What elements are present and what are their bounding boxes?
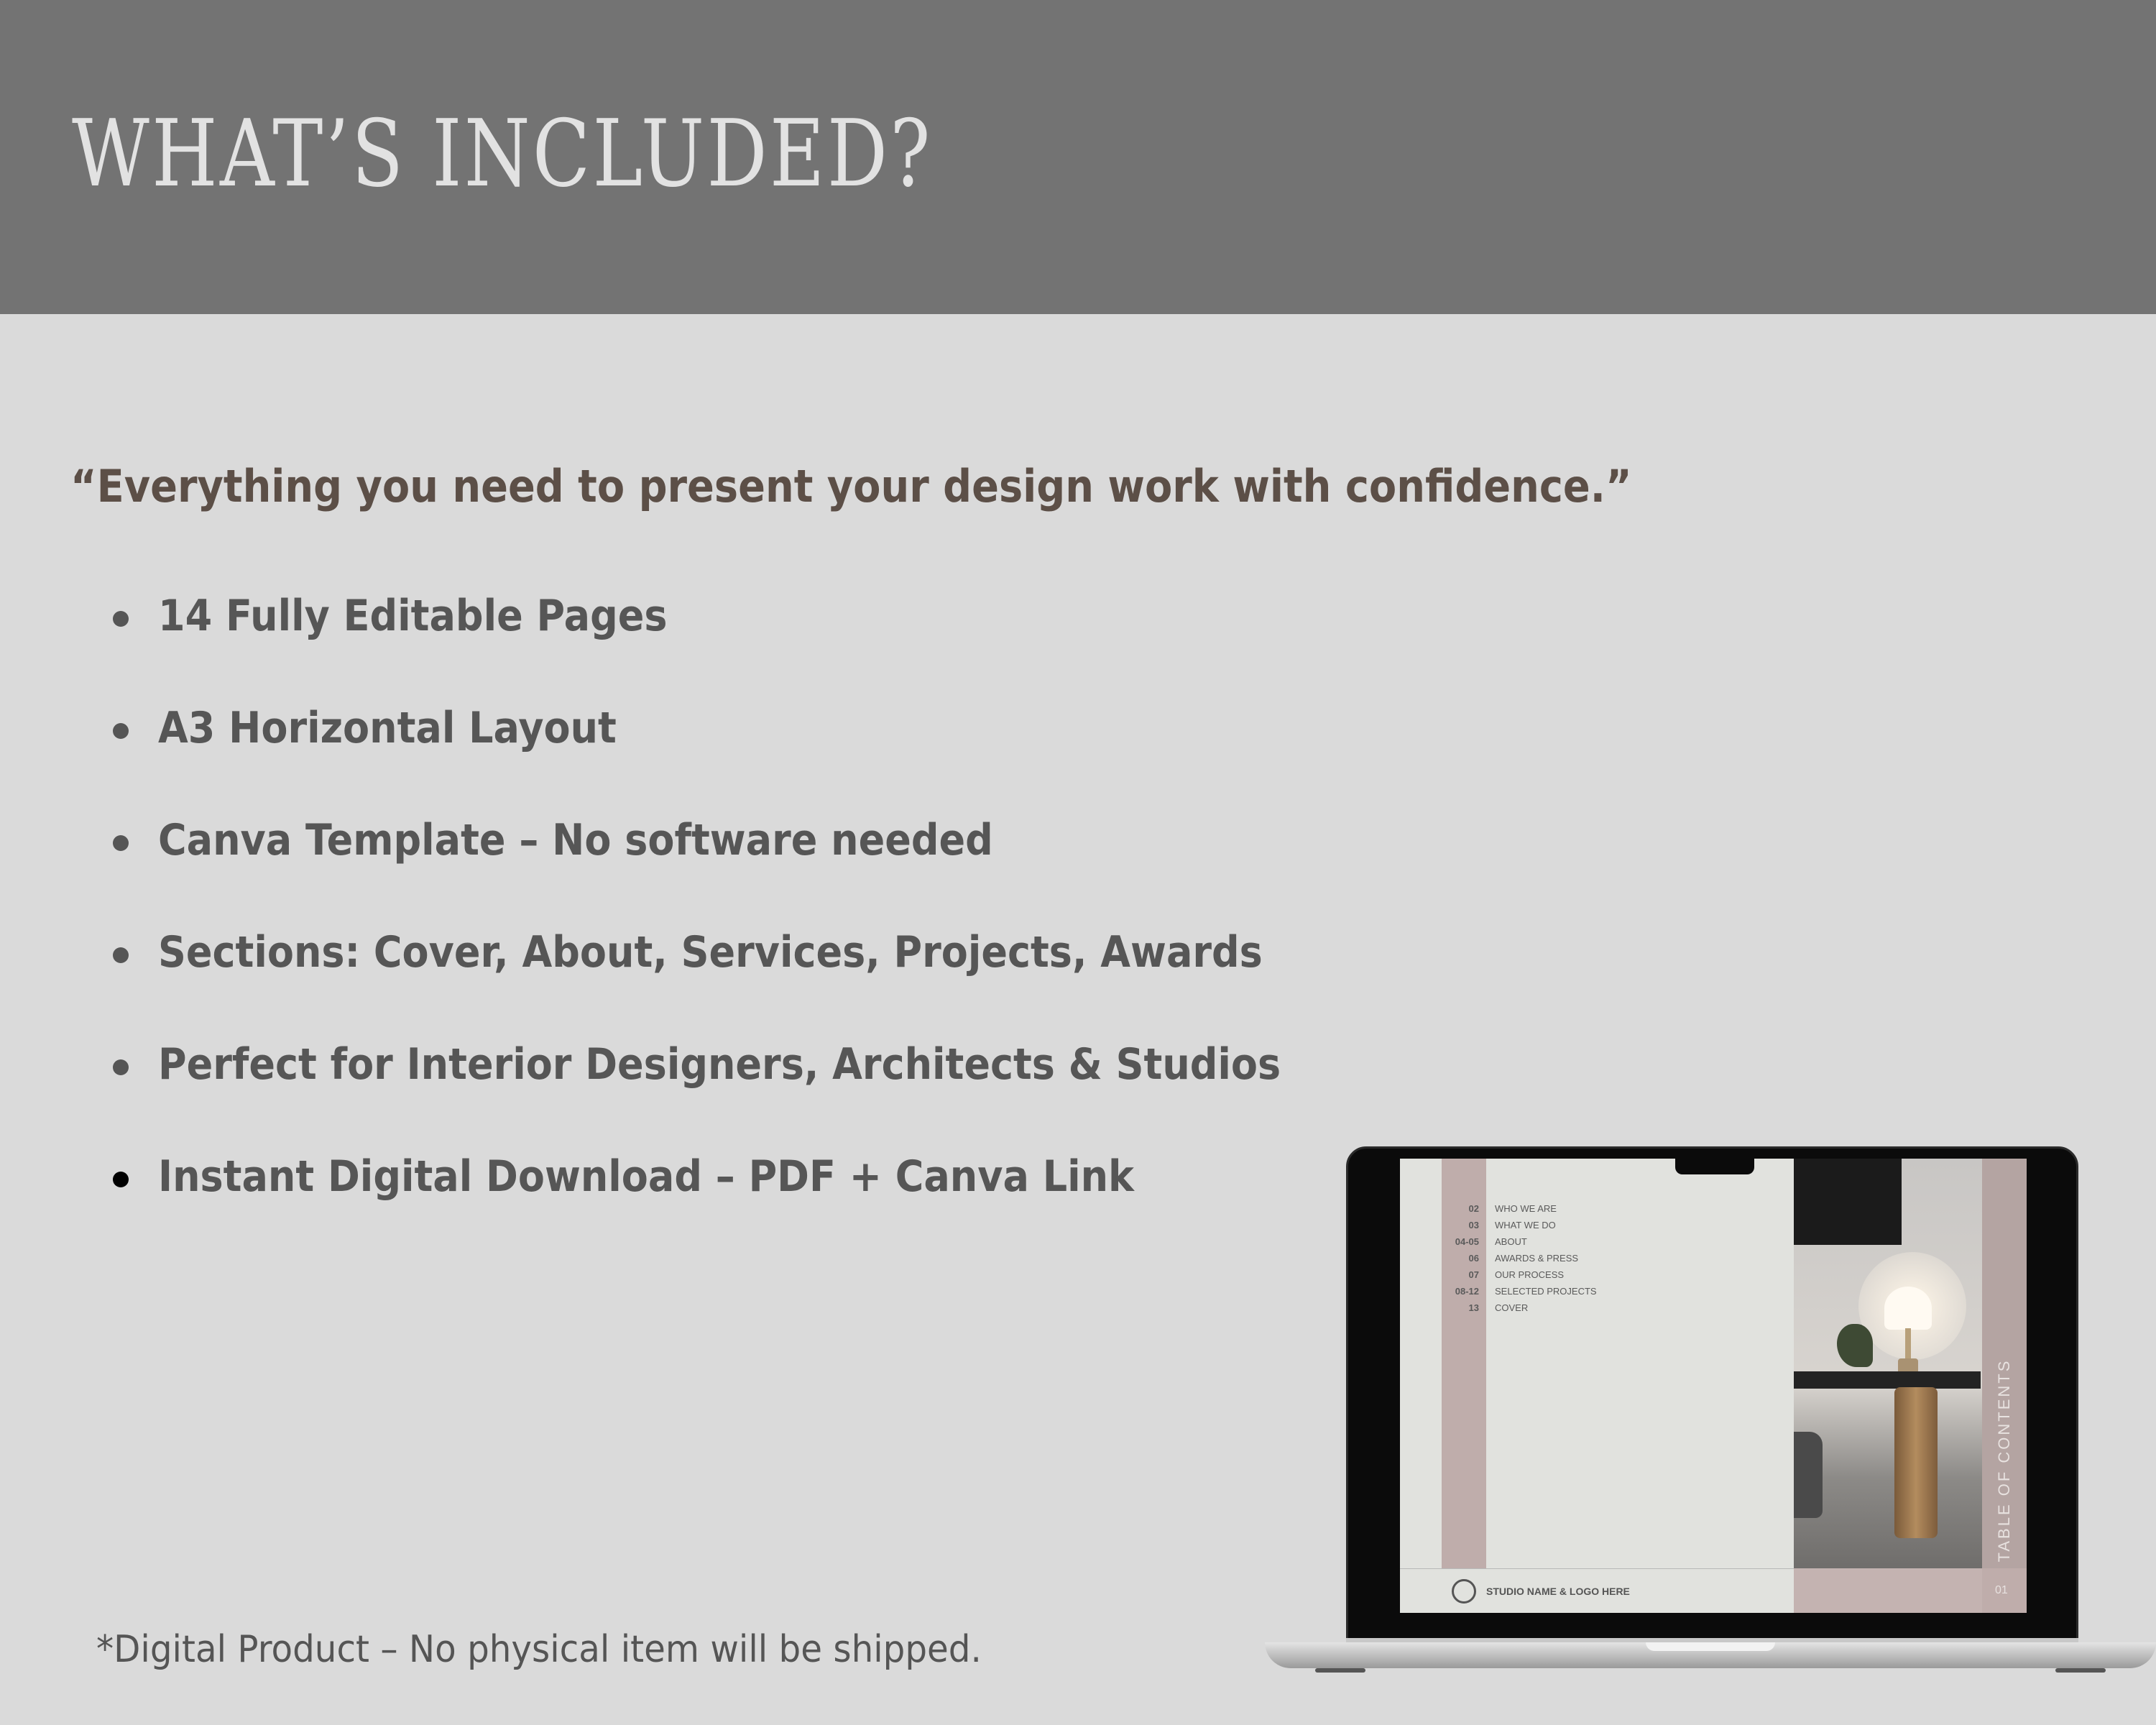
side-title: TABLE OF CONTENTS [1995,1358,2013,1563]
photo-footer-strip [1794,1568,1982,1613]
toc-number: 07 [1468,1269,1479,1280]
toc-label: AWARDS & PRESS [1495,1253,1579,1264]
bullet-icon [113,723,129,739]
toc-page: 02 WHO WE ARE 03 WHAT WE DO 04-05 ABOUT … [1400,1159,1794,1613]
toc-number: 13 [1468,1302,1479,1313]
bullet-icon [113,1172,129,1187]
toc-number: 02 [1468,1203,1479,1214]
side-panel: TABLE OF CONTENTS 01 [1982,1159,2027,1613]
plant-shape [1837,1324,1873,1367]
tagline: “Everything you need to present your des… [70,460,1632,512]
toc-label: WHO WE ARE [1495,1203,1557,1214]
feature-text: Sections: Cover, About, Services, Projec… [158,927,1263,978]
feature-text: 14 Fully Editable Pages [158,591,668,641]
feature-text: Instant Digital Download – PDF + Canva L… [158,1151,1134,1202]
page-number: 01 [1995,1584,2008,1596]
toc-label: WHAT WE DO [1495,1220,1556,1230]
bullet-icon [113,1059,129,1075]
interior-photo [1794,1159,1982,1568]
toc-footer: STUDIO NAME & LOGO HERE [1400,1568,1794,1613]
bullet-icon [113,835,129,851]
feature-text: Canva Template – No software needed [158,815,993,865]
toc-label: OUR PROCESS [1495,1269,1565,1280]
footnote: *Digital Product – No physical item will… [96,1628,982,1671]
toc-number: 08-12 [1455,1286,1479,1297]
toc-number: 03 [1468,1220,1479,1230]
camera-notch [1675,1159,1754,1174]
feature-text: A3 Horizontal Layout [158,703,617,753]
laptop-screen: 02 WHO WE ARE 03 WHAT WE DO 04-05 ABOUT … [1400,1159,2027,1613]
bullet-icon [113,947,129,963]
header-banner: WHAT’S INCLUDED? [0,0,2156,314]
toc-label: SELECTED PROJECTS [1495,1286,1597,1297]
laptop-opening-notch [1646,1642,1775,1651]
bullet-icon [113,611,129,627]
laptop-foot [1315,1668,1365,1673]
tree-trunk-shape [1894,1387,1938,1538]
chair-shape [1794,1432,1823,1518]
studio-name: STUDIO NAME & LOGO HERE [1486,1586,1630,1597]
feature-text: Perfect for Interior Designers, Architec… [158,1039,1281,1090]
laptop-lid: 02 WHO WE ARE 03 WHAT WE DO 04-05 ABOUT … [1346,1146,2078,1642]
laptop-mockup: 02 WHO WE ARE 03 WHAT WE DO 04-05 ABOUT … [1265,1146,2156,1678]
toc-number: 06 [1468,1253,1479,1264]
toc-label: COVER [1495,1302,1529,1313]
toc-label: ABOUT [1495,1236,1527,1247]
desk-shape [1794,1371,1981,1389]
tv-shape [1794,1159,1902,1245]
logo-placeholder-icon [1452,1579,1476,1604]
lamp-stand [1905,1328,1911,1361]
laptop-foot [2055,1668,2106,1673]
toc-number: 04-05 [1455,1236,1479,1247]
page-title: WHAT’S INCLUDED? [72,101,933,208]
lamp-icon [1884,1287,1932,1330]
